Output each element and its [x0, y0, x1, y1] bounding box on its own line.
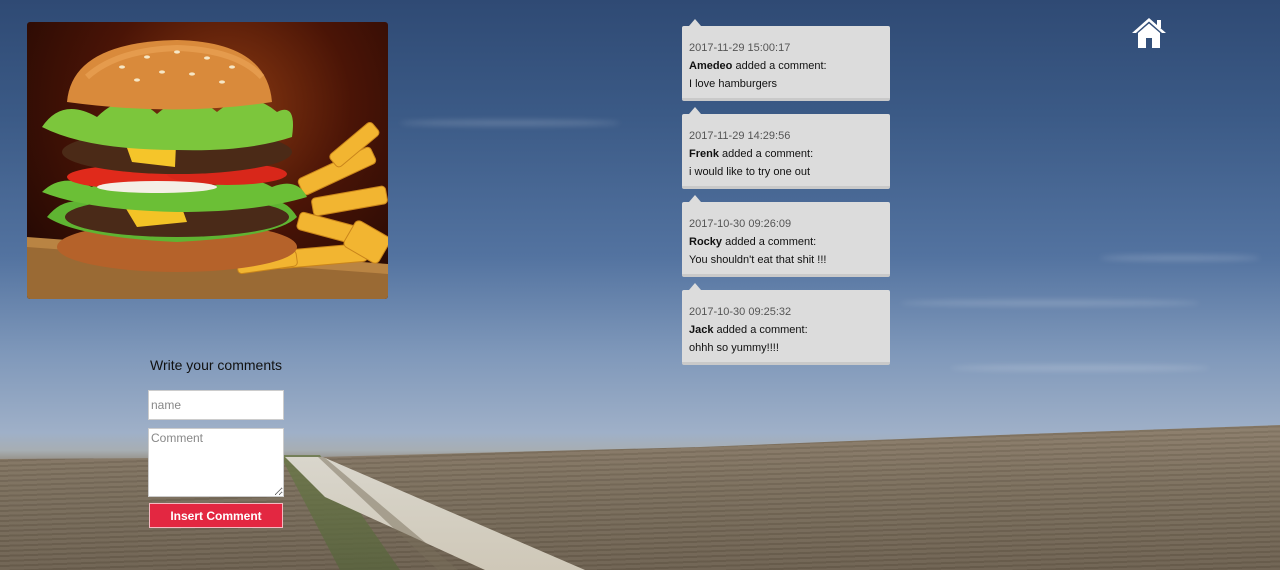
comment-header: Frenk added a comment:	[689, 145, 883, 163]
comment-text: I love hamburgers	[689, 78, 778, 90]
comment-text: ohhh so yummy!!!!	[689, 342, 779, 354]
comment-item: 2017-11-29 15:00:17 Amedeo added a comme…	[682, 19, 890, 101]
comment-header: Jack added a comment:	[689, 321, 883, 339]
background-cloud	[950, 365, 1210, 371]
background-cloud	[900, 300, 1200, 306]
comment-text: You shouldn't eat that shit !!!	[689, 254, 827, 266]
comment-action: added a comment:	[725, 236, 817, 248]
comments-list: 2017-11-29 15:00:17 Amedeo added a comme…	[682, 19, 890, 378]
comment-author: Frenk	[689, 148, 719, 160]
comment-date: 2017-10-30 09:25:32	[689, 306, 792, 318]
comment-text: i would like to try one out	[689, 166, 811, 178]
background-cloud	[1100, 255, 1260, 261]
comment-item: 2017-10-30 09:26:09 Rocky added a commen…	[682, 195, 890, 277]
comment-header: Rocky added a comment:	[689, 233, 883, 251]
comment-action: added a comment:	[716, 324, 808, 336]
insert-comment-button[interactable]: Insert Comment	[149, 503, 283, 528]
name-input[interactable]	[148, 390, 284, 420]
comment-date: 2017-11-29 15:00:17	[689, 42, 791, 54]
comment-action: added a comment:	[722, 148, 814, 160]
home-icon[interactable]	[1131, 17, 1167, 49]
comment-action: added a comment:	[735, 60, 827, 72]
comment-item: 2017-10-30 09:25:32 Jack added a comment…	[682, 283, 890, 365]
comment-item: 2017-11-29 14:29:56 Frenk added a commen…	[682, 107, 890, 189]
comment-date: 2017-11-29 14:29:56	[689, 130, 791, 142]
comment-author: Jack	[689, 324, 714, 336]
background-cloud	[400, 120, 620, 126]
comment-date: 2017-10-30 09:26:09	[689, 218, 792, 230]
comment-input[interactable]	[148, 428, 284, 497]
comment-header: Amedeo added a comment:	[689, 57, 883, 75]
form-title: Write your comments	[150, 357, 282, 373]
comment-author: Rocky	[689, 236, 723, 248]
comment-author: Amedeo	[689, 60, 733, 72]
burger-photo	[27, 22, 388, 299]
